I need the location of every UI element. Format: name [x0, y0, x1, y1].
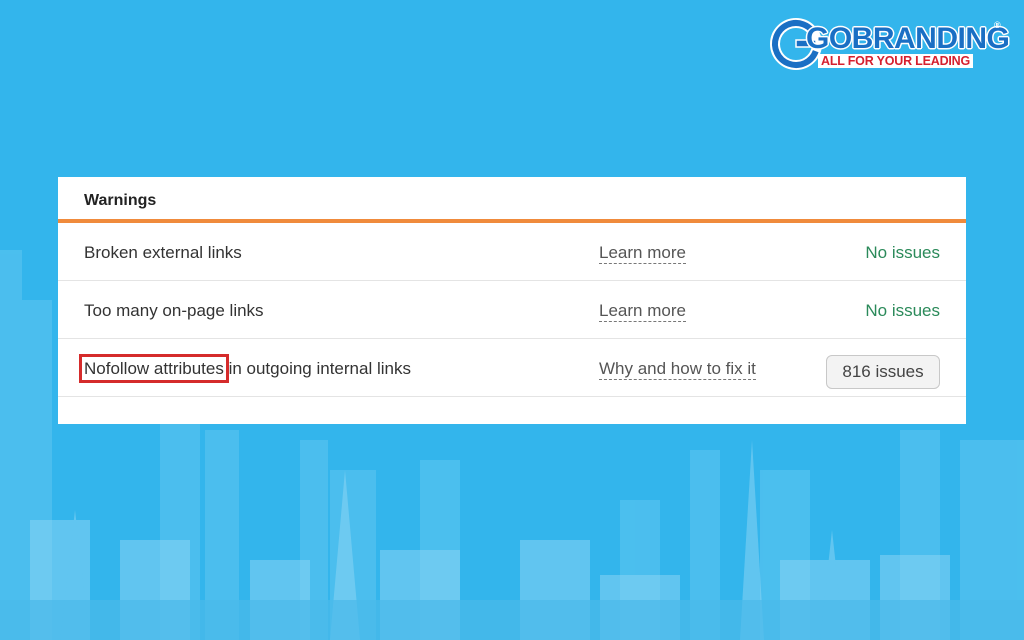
status-no-issues: No issues: [865, 301, 940, 320]
logo-brand-text: GOBRANDING: [806, 22, 1010, 55]
warning-row-broken-external-links: Broken external links Learn more No issu…: [58, 223, 966, 281]
learn-more-link[interactable]: Learn more: [599, 301, 686, 322]
warnings-header: Warnings: [58, 177, 966, 223]
status-no-issues: No issues: [865, 243, 940, 262]
gobranding-logo: GOBRANDING ® ALL FOR YOUR LEADING: [770, 16, 1010, 74]
warning-name: Broken external links: [84, 243, 242, 262]
logo-tagline: ALL FOR YOUR LEADING: [818, 54, 974, 68]
warning-name: Nofollow attributes in outgoing internal…: [79, 354, 411, 383]
warning-row-too-many-on-page-links: Too many on-page links Learn more No iss…: [58, 281, 966, 339]
logo-registered-mark: ®: [994, 20, 1001, 30]
why-and-how-to-fix-link[interactable]: Why and how to fix it: [599, 359, 756, 380]
warnings-title: Warnings: [84, 192, 157, 209]
issues-count-button[interactable]: 816 issues: [826, 355, 940, 389]
learn-more-link[interactable]: Learn more: [599, 243, 686, 264]
warning-name: Too many on-page links: [84, 301, 264, 320]
highlighted-term: Nofollow attributes: [79, 354, 229, 383]
warning-name-rest: in outgoing internal links: [223, 359, 411, 378]
warning-row-nofollow-internal-links: Nofollow attributes in outgoing internal…: [58, 339, 966, 397]
warnings-panel: Warnings Broken external links Learn mor…: [58, 177, 966, 424]
